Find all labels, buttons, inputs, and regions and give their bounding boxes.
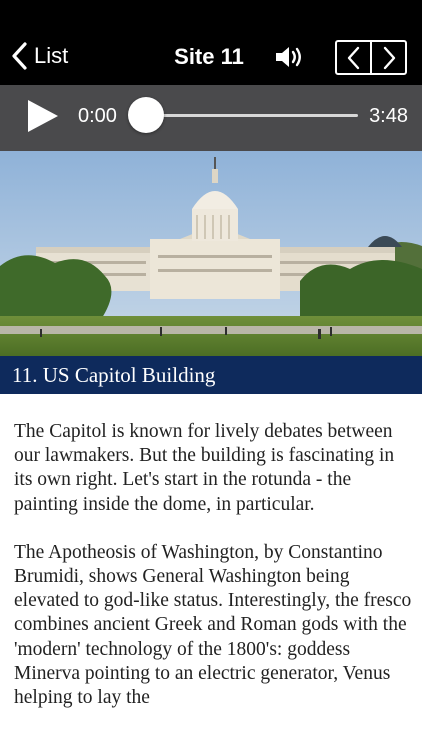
site-pager [335, 40, 407, 75]
description-paragraph: The Apotheosis of Washington, by Constan… [14, 541, 412, 709]
next-site-button[interactable] [370, 42, 405, 73]
speaker-volume-icon[interactable] [273, 41, 305, 73]
navigation-bar: List Site 11 [0, 0, 422, 85]
site-caption: 11. US Capitol Building [0, 356, 422, 394]
chevron-left-icon [347, 46, 359, 69]
page-title-text: Site 11 [174, 44, 244, 69]
site-description: The Capitol is known for lively debates … [14, 420, 412, 734]
seek-bar-track[interactable] [146, 114, 358, 117]
previous-site-button[interactable] [337, 42, 370, 73]
description-paragraph: The Capitol is known for lively debates … [14, 421, 395, 515]
capitol-photo [0, 151, 422, 356]
current-time: 0:00 [78, 105, 117, 127]
duration: 3:48 [369, 105, 408, 127]
audio-player: 0:00 3:48 [0, 85, 422, 151]
play-icon[interactable] [26, 98, 60, 134]
chevron-right-icon [383, 46, 395, 69]
seek-bar-thumb[interactable] [128, 97, 164, 133]
